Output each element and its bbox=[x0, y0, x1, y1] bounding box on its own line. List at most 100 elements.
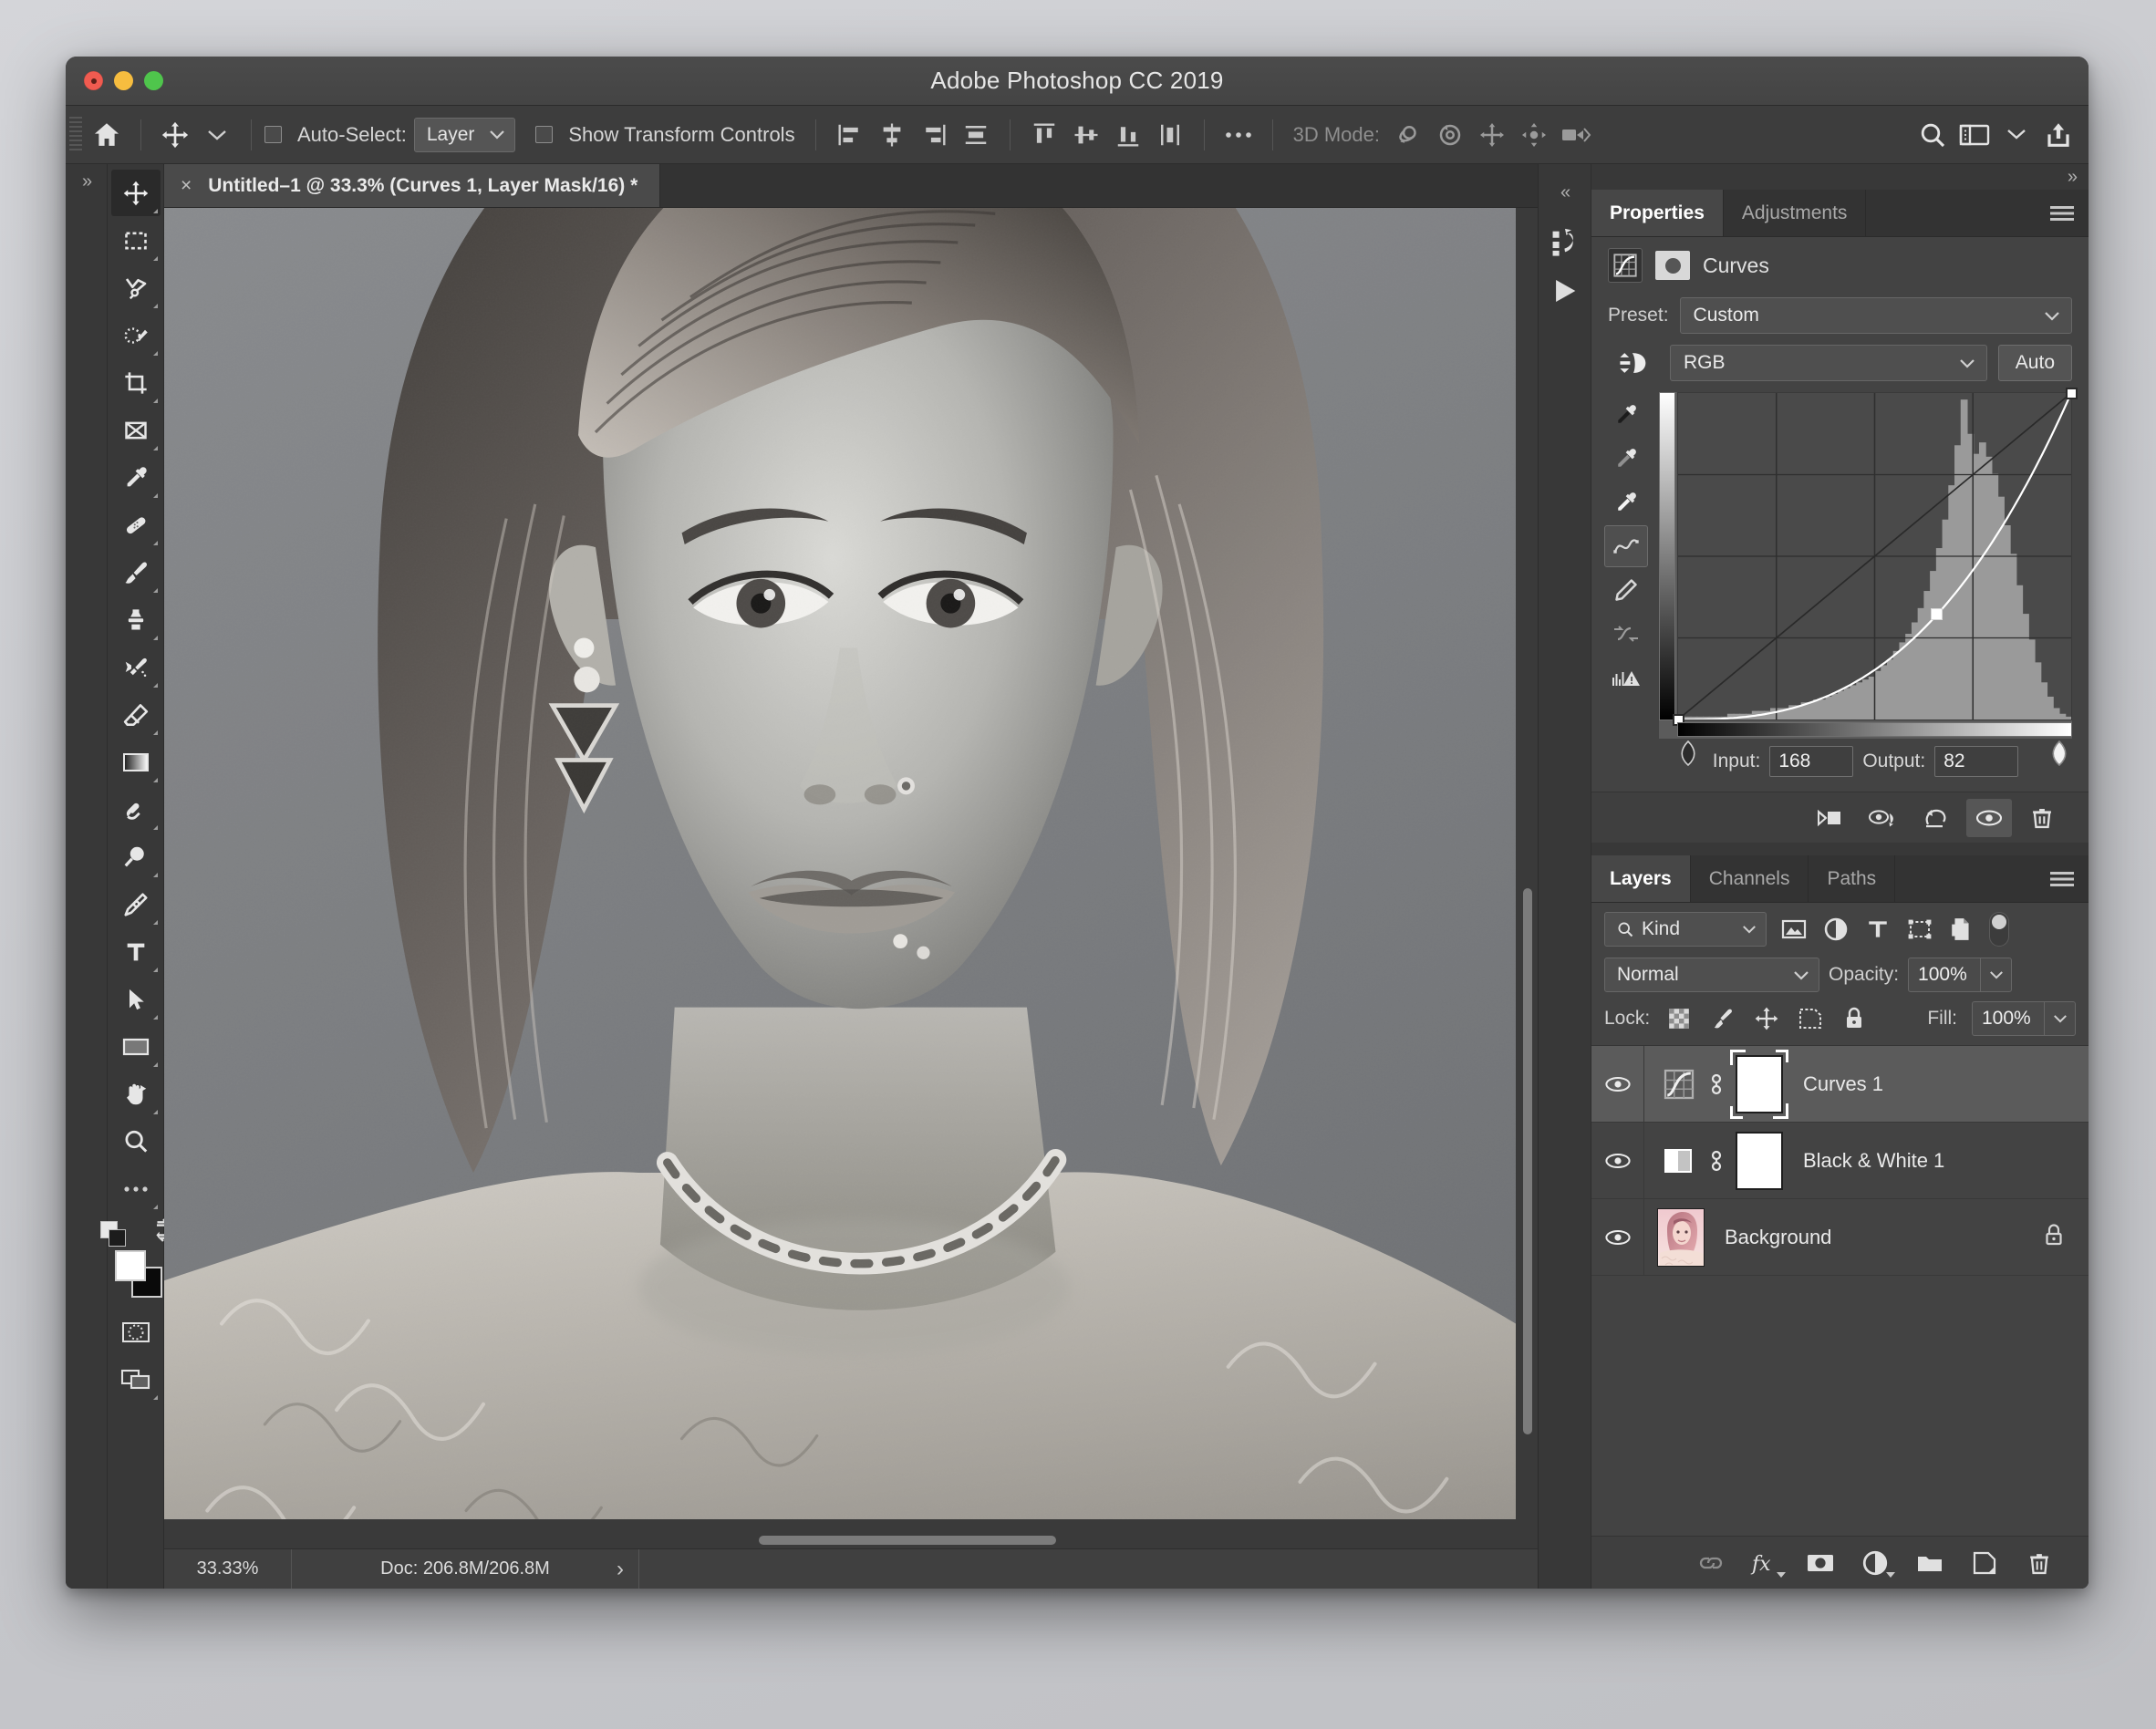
channel-dropdown[interactable]: RGB bbox=[1670, 345, 1987, 381]
reset-adjustment-icon[interactable] bbox=[1913, 799, 1959, 837]
pencil-draw-curve-icon[interactable] bbox=[1604, 569, 1648, 611]
gray-point-eyedropper-icon[interactable] bbox=[1604, 438, 1648, 480]
eraser-tool[interactable] bbox=[111, 691, 161, 738]
pen-tool[interactable] bbox=[111, 881, 161, 927]
white-point-slider[interactable] bbox=[2048, 740, 2070, 766]
gradient-tool[interactable] bbox=[111, 739, 161, 785]
curves-adjustment-icon[interactable] bbox=[1661, 1066, 1697, 1103]
history-icon[interactable] bbox=[1542, 217, 1588, 266]
smooth-curve-icon[interactable] bbox=[1604, 613, 1648, 655]
panel-menu-icon[interactable] bbox=[2050, 205, 2074, 221]
tab-channels[interactable]: Channels bbox=[1691, 855, 1809, 902]
layer-mask-thumbnail[interactable] bbox=[1736, 1131, 1783, 1190]
table-row[interactable]: Background bbox=[1591, 1199, 2089, 1276]
layer-name[interactable]: Black & White 1 bbox=[1783, 1149, 2089, 1173]
layer-mask-thumbnail[interactable] bbox=[1730, 1049, 1788, 1119]
auto-button[interactable]: Auto bbox=[1997, 345, 2072, 381]
curve-control-point-mid[interactable] bbox=[1931, 608, 1944, 621]
delete-layer-icon[interactable] bbox=[2021, 1545, 2058, 1581]
distribute-vertical-icon[interactable] bbox=[1149, 114, 1191, 156]
distribute-horizontal-icon[interactable] bbox=[955, 114, 997, 156]
quick-selection-tool[interactable] bbox=[111, 312, 161, 358]
new-adjustment-layer-icon[interactable] bbox=[1857, 1545, 1895, 1581]
panel-menu-icon[interactable] bbox=[2050, 871, 2074, 886]
lasso-tool[interactable] bbox=[111, 264, 161, 311]
screen-mode-icon[interactable] bbox=[111, 1356, 161, 1403]
filter-shape-layers-icon[interactable] bbox=[1905, 915, 1934, 944]
hand-tool[interactable] bbox=[111, 1071, 161, 1117]
collapse-dock-icon[interactable]: « bbox=[1542, 168, 1588, 217]
view-previous-state-icon[interactable] bbox=[1861, 799, 1906, 837]
eyedropper-tool[interactable] bbox=[111, 454, 161, 501]
fill-slider-chevron-icon[interactable] bbox=[2044, 1002, 2075, 1035]
zoom-tool[interactable] bbox=[111, 1118, 161, 1165]
layer-mask-icon[interactable] bbox=[1655, 251, 1690, 280]
3d-slide-icon[interactable] bbox=[1513, 114, 1555, 156]
auto-select-scope-dropdown[interactable]: Layer bbox=[413, 117, 516, 152]
align-right-edges-icon[interactable] bbox=[913, 114, 955, 156]
curve-control-point-white[interactable] bbox=[2065, 387, 2078, 399]
default-colors-icon[interactable] bbox=[97, 1219, 146, 1247]
document-tab[interactable]: × Untitled–1 @ 33.3% (Curves 1, Layer Ma… bbox=[164, 164, 661, 207]
zoom-in-tool[interactable] bbox=[111, 833, 161, 880]
foreground-color-swatch[interactable] bbox=[114, 1250, 146, 1281]
rectangular-marquee-tool[interactable] bbox=[111, 217, 161, 264]
path-selection-tool[interactable] bbox=[111, 976, 161, 1022]
status-menu-chevron-icon[interactable]: › bbox=[617, 1557, 624, 1582]
link-layers-icon[interactable] bbox=[1693, 1545, 1729, 1581]
tab-properties[interactable]: Properties bbox=[1591, 190, 1724, 236]
canvas-vertical-scrollbar[interactable] bbox=[1523, 213, 1532, 1512]
black-point-slider[interactable] bbox=[1677, 740, 1699, 766]
clip-to-layer-icon[interactable] bbox=[1808, 799, 1853, 837]
3d-camera-icon[interactable] bbox=[1555, 114, 1597, 156]
new-layer-icon[interactable] bbox=[1966, 1545, 2003, 1581]
align-horizontal-centers-icon[interactable] bbox=[871, 114, 913, 156]
layer-thumbnail[interactable] bbox=[1657, 1207, 1705, 1267]
tab-adjustments[interactable]: Adjustments bbox=[1724, 190, 1867, 236]
table-row[interactable]: Curves 1 bbox=[1591, 1046, 2089, 1123]
3d-pan-icon[interactable] bbox=[1471, 114, 1513, 156]
move-tool-icon[interactable] bbox=[154, 114, 196, 156]
scrollbar-thumb[interactable] bbox=[1523, 888, 1532, 1434]
quick-mask-icon[interactable] bbox=[111, 1309, 161, 1355]
blend-mode-dropdown[interactable]: Normal bbox=[1604, 958, 1819, 992]
black-point-eyedropper-icon[interactable] bbox=[1604, 394, 1648, 436]
lock-image-pixels-icon[interactable] bbox=[1708, 1004, 1737, 1033]
layer-style-fx-icon[interactable]: fx bbox=[1747, 1545, 1786, 1581]
chevron-down-icon[interactable] bbox=[1995, 114, 2037, 156]
canvas-area[interactable] bbox=[164, 208, 1538, 1548]
curve-plot-area[interactable] bbox=[1672, 387, 2078, 726]
align-vertical-centers-icon[interactable] bbox=[1065, 114, 1107, 156]
filter-pixel-layers-icon[interactable] bbox=[1779, 915, 1809, 944]
crop-tool[interactable] bbox=[111, 359, 161, 406]
color-swatches[interactable] bbox=[111, 1248, 162, 1299]
actions-play-icon[interactable] bbox=[1542, 266, 1588, 316]
auto-select-checkbox[interactable] bbox=[264, 126, 282, 143]
add-layer-mask-icon[interactable] bbox=[1802, 1545, 1839, 1581]
brush-tool[interactable] bbox=[111, 549, 161, 595]
opacity-field[interactable]: 100% bbox=[1908, 958, 2013, 992]
layer-visibility-toggle[interactable] bbox=[1591, 1123, 1644, 1198]
spot-healing-brush-tool[interactable] bbox=[111, 502, 161, 548]
layer-filter-kind-dropdown[interactable]: Kind bbox=[1604, 912, 1767, 947]
rectangle-tool[interactable] bbox=[111, 1023, 161, 1070]
opacity-slider-chevron-icon[interactable] bbox=[1980, 958, 2011, 991]
show-transform-controls-checkbox[interactable] bbox=[535, 126, 554, 143]
close-icon[interactable]: × bbox=[181, 175, 192, 197]
clipping-warning-icon[interactable] bbox=[1604, 657, 1648, 699]
frame-tool[interactable] bbox=[111, 407, 161, 453]
left-collapse-rail[interactable]: » bbox=[66, 164, 108, 1589]
curve-graph[interactable] bbox=[1659, 387, 2078, 766]
3d-roll-icon[interactable] bbox=[1429, 114, 1471, 156]
expand-panels-icon[interactable]: » bbox=[82, 171, 92, 192]
tab-paths[interactable]: Paths bbox=[1809, 855, 1896, 902]
lock-position-icon[interactable] bbox=[1752, 1004, 1781, 1033]
black-white-adjustment-icon[interactable] bbox=[1661, 1143, 1697, 1179]
lock-artboard-nesting-icon[interactable] bbox=[1796, 1004, 1825, 1033]
clone-stamp-tool[interactable] bbox=[111, 596, 161, 643]
more-options-icon[interactable] bbox=[1218, 114, 1259, 156]
artboard[interactable] bbox=[164, 208, 1516, 1519]
workspace-icon[interactable] bbox=[1954, 114, 1995, 156]
preset-dropdown[interactable]: Custom bbox=[1679, 297, 2072, 334]
canvas-horizontal-scrollbar[interactable] bbox=[164, 1536, 1516, 1545]
